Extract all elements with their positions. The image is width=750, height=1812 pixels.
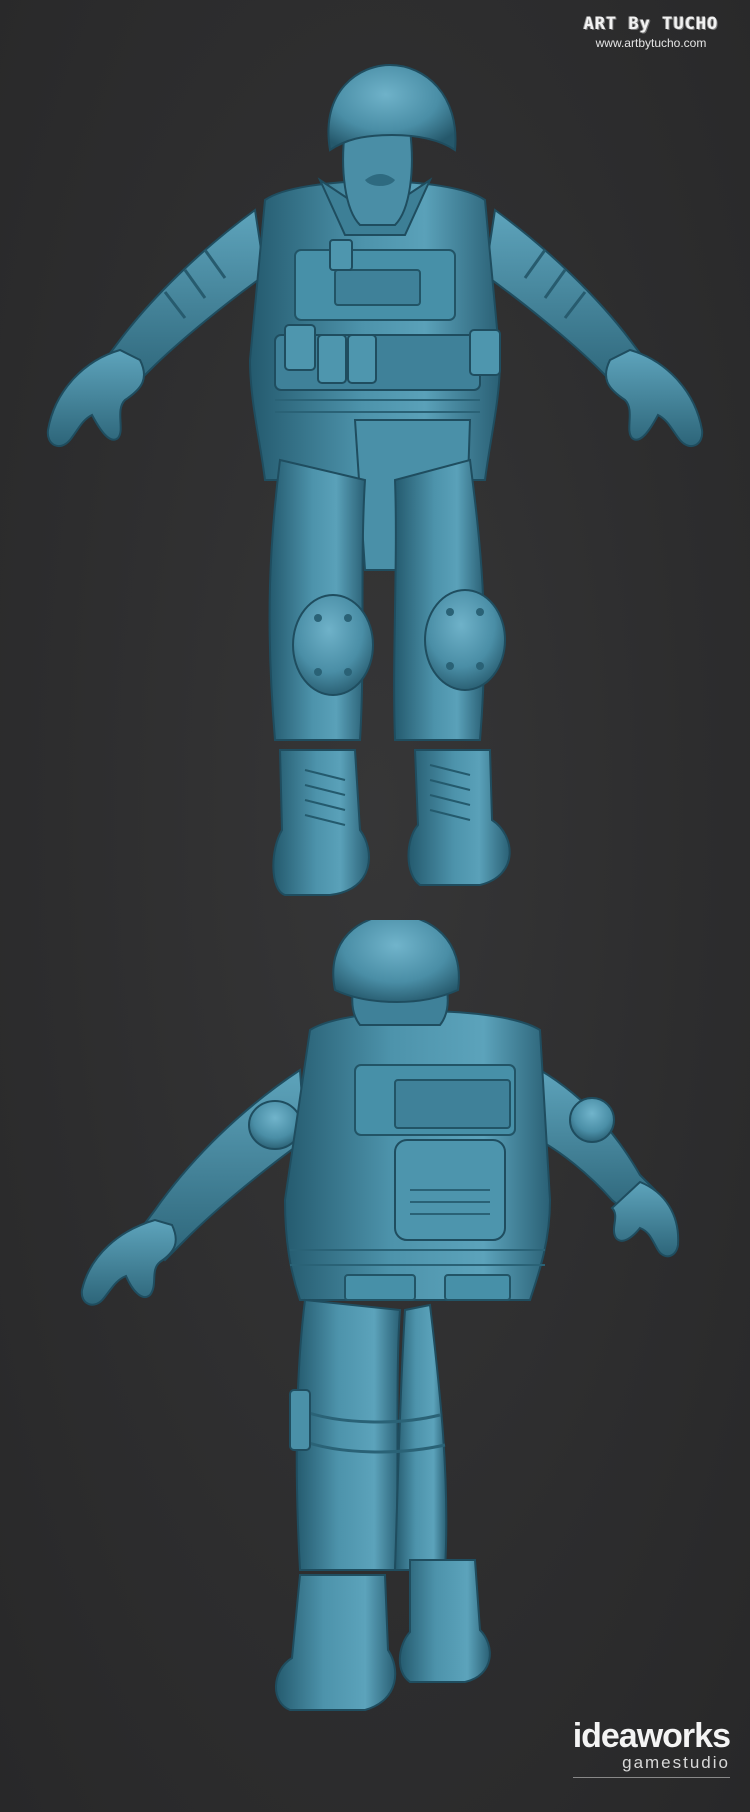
render-canvas: ART By TUCHO www.artbytucho.com ideawork…: [0, 0, 750, 1812]
studio-logo-subtitle: gamestudio: [572, 1753, 730, 1778]
soldier-back-render: [0, 920, 750, 1760]
artist-logo: ART By TUCHO: [583, 14, 719, 34]
artist-brand: ART By TUCHO www.artbytucho.com: [566, 14, 736, 50]
soldier-back-svg: [80, 920, 680, 1711]
studio-logo-name: ideaworks: [572, 1717, 731, 1755]
artist-url: www.artbytucho.com: [595, 36, 707, 50]
soldier-front-render: [0, 60, 750, 910]
soldier-front-svg: [46, 63, 704, 896]
studio-brand: ideaworks gamestudio: [572, 1717, 731, 1778]
